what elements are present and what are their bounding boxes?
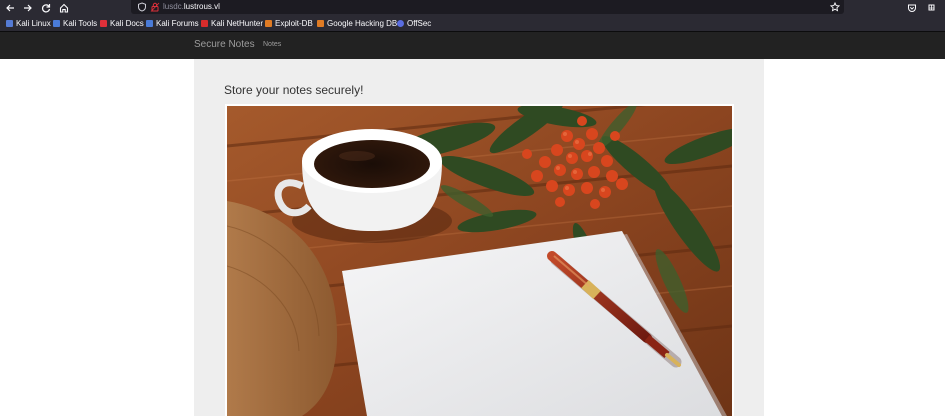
exploit-db-icon — [265, 20, 272, 27]
url-host-prefix: lusdc. — [163, 2, 184, 11]
url-text[interactable]: lusdc.lustrous.vl — [163, 1, 220, 13]
nethunter-icon — [201, 20, 208, 27]
bookmark-label: OffSec — [407, 19, 432, 28]
kali-forums-icon — [146, 20, 153, 27]
hero-image-frame — [225, 104, 734, 416]
kali-docs-icon — [100, 20, 107, 27]
bookmark-label: Kali Forums — [156, 19, 199, 28]
main-content: Store your notes securely! — [194, 59, 764, 416]
bookmark-exploit-db[interactable]: Exploit-DB — [265, 15, 313, 32]
bookmark-label: Exploit-DB — [275, 19, 313, 28]
bookmark-kali-tools[interactable]: Kali Tools — [53, 15, 97, 32]
lock-icon[interactable] — [150, 2, 160, 12]
bookmark-label: Kali Docs — [110, 19, 144, 28]
url-host-main: lustrous.vl — [183, 2, 220, 11]
page-heading: Store your notes securely! — [224, 83, 364, 97]
bookmark-kali-linux[interactable]: Kali Linux — [6, 15, 51, 32]
bookmark-offsec[interactable]: OffSec — [397, 15, 431, 32]
bookmark-label: Kali NetHunter — [211, 19, 264, 28]
bookmark-label: Google Hacking DB — [327, 19, 398, 28]
arrow-right-icon — [24, 4, 32, 11]
brand-link[interactable]: Secure Notes — [194, 39, 255, 50]
reload-button[interactable] — [38, 0, 54, 15]
bookmarks-bar: Kali Linux Kali Tools Kali Docs Kali For… — [0, 15, 945, 32]
pocket-icon — [908, 4, 916, 12]
reload-icon — [41, 3, 51, 12]
bookmark-label: Kali Tools — [63, 19, 98, 28]
bookmark-google-hacking-db[interactable]: Google Hacking DB — [317, 15, 397, 32]
home-icon — [59, 3, 69, 13]
star-icon[interactable] — [830, 2, 840, 12]
kali-icon — [6, 20, 13, 27]
url-bar[interactable]: lusdc.lustrous.vl — [131, 0, 844, 14]
offsec-icon — [397, 20, 404, 27]
bookmark-label: Kali Linux — [16, 19, 51, 28]
pocket-button[interactable] — [904, 0, 920, 15]
back-button[interactable] — [2, 0, 18, 15]
extensions-button[interactable] — [924, 0, 940, 15]
arrow-left-icon — [6, 4, 14, 11]
extensions-icon — [928, 4, 935, 10]
site-navbar: Secure Notes Notes — [0, 32, 945, 59]
nav-link-notes[interactable]: Notes — [263, 41, 281, 48]
ghdb-icon — [317, 20, 324, 27]
kali-tools-icon — [53, 20, 60, 27]
bookmark-kali-forums[interactable]: Kali Forums — [146, 15, 199, 32]
home-button[interactable] — [56, 0, 72, 15]
bookmark-kali-docs[interactable]: Kali Docs — [100, 15, 144, 32]
shield-icon[interactable] — [137, 2, 147, 12]
browser-toolbar: lusdc.lustrous.vl — [0, 0, 945, 15]
bookmark-kali-nethunter[interactable]: Kali NetHunter — [201, 15, 263, 32]
forward-button[interactable] — [20, 0, 36, 15]
hero-image — [227, 106, 732, 416]
